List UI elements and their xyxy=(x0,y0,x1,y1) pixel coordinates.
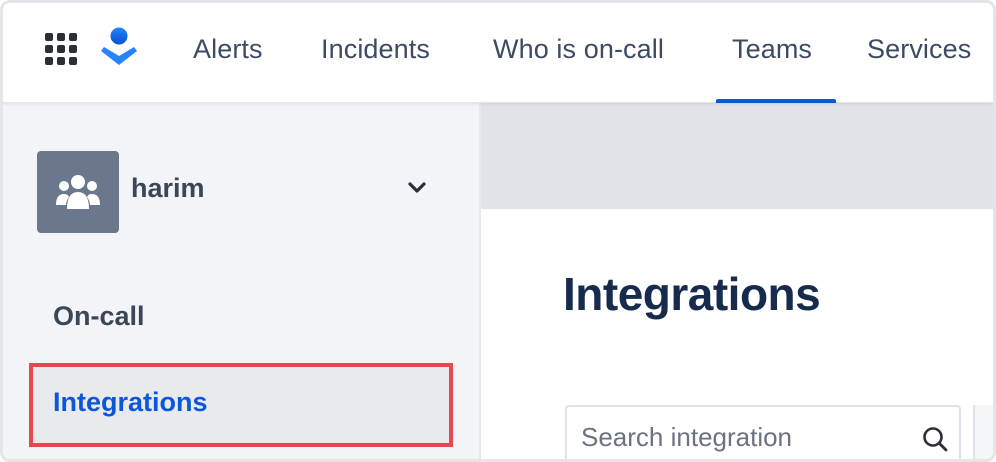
sidebar-item-integrations[interactable]: Integrations xyxy=(53,387,208,418)
app-window: Alerts Incidents Who is on-call Teams Se… xyxy=(0,0,996,462)
page-title: Integrations xyxy=(563,268,821,320)
apps-grid-icon[interactable] xyxy=(43,31,79,67)
team-avatar xyxy=(37,151,119,233)
nav-services[interactable]: Services xyxy=(867,31,971,67)
chevron-down-icon[interactable] xyxy=(407,181,427,195)
search-icon[interactable] xyxy=(921,425,949,453)
search-input[interactable] xyxy=(581,419,901,455)
team-people-icon xyxy=(56,175,100,209)
main-header-strip xyxy=(481,103,993,209)
nav-teams[interactable]: Teams xyxy=(732,31,812,67)
opsgenie-logo-icon[interactable] xyxy=(101,27,137,67)
sidebar-item-on-call[interactable]: On-call xyxy=(53,301,145,332)
nav-active-indicator xyxy=(716,99,836,103)
search-box[interactable] xyxy=(565,405,961,459)
sidebar: harim On-call Integrations xyxy=(3,103,481,459)
nav-who-is-on-call[interactable]: Who is on-call xyxy=(493,31,664,67)
team-name: harim xyxy=(131,173,205,203)
adjacent-panel-edge xyxy=(973,405,993,459)
top-navigation: Alerts Incidents Who is on-call Teams Se… xyxy=(3,3,993,103)
nav-alerts[interactable]: Alerts xyxy=(193,31,263,67)
nav-incidents[interactable]: Incidents xyxy=(321,31,430,67)
